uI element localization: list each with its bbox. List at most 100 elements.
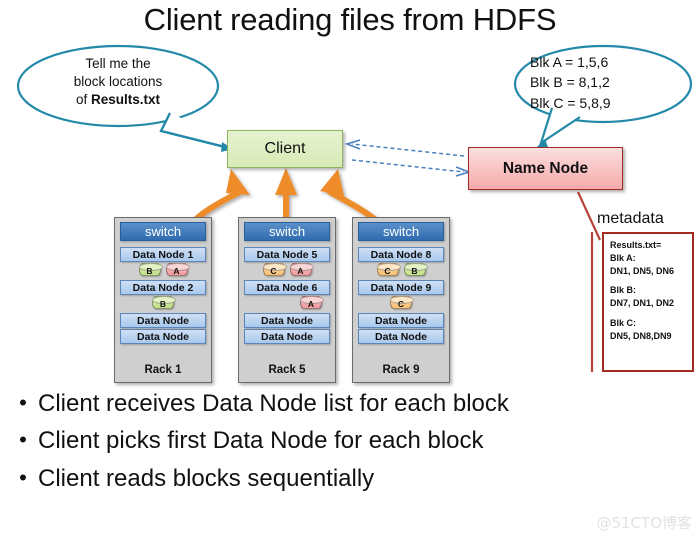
metadata-line: DN5, DN8,DN9	[610, 330, 672, 341]
bullet-item: • Client reads blocks sequentially	[8, 464, 698, 492]
block-badge-a: A	[300, 296, 324, 309]
bullet-dot-icon: •	[19, 427, 27, 453]
datanode-label: Data Node 1	[132, 248, 194, 261]
block-badge-b: B	[403, 263, 428, 276]
bubble-left-line-2: block locations	[73, 73, 163, 89]
namenode-label: Name Node	[502, 159, 589, 177]
block-badge-letter: A	[173, 265, 180, 276]
bullet-item: • Client picks first Data Node for each b…	[8, 427, 698, 455]
namenode-box[interactable]: Name Node	[468, 147, 623, 190]
datanode-label: Data Node	[261, 330, 313, 343]
switch-label: switch	[382, 224, 420, 239]
switch-label: switch	[144, 224, 182, 239]
datanode-label: Data Node	[375, 330, 427, 343]
block-badge-letter: A	[307, 298, 315, 309]
watermark: @51CTO博客	[596, 514, 692, 532]
metadata-line: Results.txt=	[610, 240, 662, 250]
bubble-right-line-2: Blk B = 8,1,2	[530, 74, 610, 91]
metadata-gap	[610, 277, 688, 284]
block-badge-letter: B	[146, 265, 153, 276]
datanode-box[interactable]: Data Node 9	[358, 280, 444, 295]
datanode-label: Data Node	[261, 314, 313, 327]
datanode-box[interactable]: Data Node	[120, 329, 206, 344]
rack-switch[interactable]: switch	[358, 222, 444, 241]
client-box[interactable]: Client	[227, 130, 343, 168]
block-badge-a: A	[165, 263, 190, 276]
page-title: Client reading files from HDFS	[143, 2, 557, 37]
block-badge-row: CA	[244, 263, 330, 277]
bullet-text: Client picks first Data Node for each bl…	[38, 427, 484, 455]
datanode-box[interactable]: Data Node	[244, 313, 330, 328]
datanode-group: Data Node 8CB	[358, 247, 444, 277]
metadata-line: DN1, DN5, DN6	[610, 265, 675, 276]
bullet-text: Client receives Data Node list for each …	[38, 390, 509, 417]
block-badge-c: C	[262, 263, 287, 276]
block-badge-letter: C	[397, 298, 405, 309]
block-badge-row: C	[358, 296, 444, 310]
datanode-box[interactable]: Data Node	[244, 329, 330, 344]
datanode-label: Data Node 5	[256, 248, 318, 261]
datanode-box[interactable]: Data Node 5	[244, 247, 330, 262]
datanode-label: Data Node 8	[370, 248, 432, 261]
rack-label: Rack 9	[382, 364, 420, 376]
rack-container[interactable]: switch Data Node 8 C B Data Node 9 C Data Node…	[352, 217, 450, 383]
datanode-label: Data Node	[137, 314, 189, 327]
block-badge-row: CB	[358, 263, 444, 277]
rack-container[interactable]: switch Data Node 5 C A Data Node 6 A Data Node…	[238, 217, 336, 383]
block-badge-letter: A	[297, 265, 304, 276]
datanode-group: Data Node 6 A	[244, 280, 330, 310]
datanode-label: Data Node 9	[370, 281, 432, 294]
datanode-group: Data Node 5CA	[244, 247, 330, 277]
metadata-gap	[610, 310, 688, 317]
metadata-title: metadata	[597, 210, 664, 227]
block-badge-letter: B	[411, 265, 418, 276]
datanode-box[interactable]: Data Node	[120, 313, 206, 328]
datanode-box[interactable]: Data Node 6	[244, 280, 330, 295]
block-badge-row: BA	[120, 263, 206, 277]
bubble-left-line-3: of Results.txt	[28, 91, 208, 109]
bubble-left-filename: Results.txt	[90, 91, 161, 107]
datanode-group: Data Node 2 B	[120, 280, 206, 310]
bubble-right-line-1: Blk A = 1,5,6	[530, 54, 609, 70]
bullet-dot-icon: •	[19, 390, 27, 415]
bullet-item: • Client receives Data Node list for each…	[8, 390, 698, 417]
metadata-box: Results.txt= Blk A: DN1, DN5, DN6 Blk B: DN7…	[602, 232, 694, 372]
bullet-text: Client reads blocks sequentially	[38, 464, 375, 492]
block-badge-letter: B	[159, 298, 167, 309]
rack-switch[interactable]: switch	[244, 222, 330, 241]
rack-label: Rack 1	[144, 364, 182, 376]
block-badge-row: B	[120, 296, 206, 310]
block-badge-c: C	[376, 263, 401, 276]
speech-bubble-right-text: Blk A = 1,5,6 Blk B = 8,1,2 Blk C = 5,8,…	[530, 52, 682, 113]
metadata-line: Blk B:	[610, 285, 637, 296]
rack-container[interactable]: switch Data Node 1 B A Data Node 2 B Data Node…	[114, 217, 212, 383]
bubble-left-line-1: Tell me the	[85, 56, 151, 71]
rack-label: Rack 5	[268, 364, 306, 376]
metadata-line: Blk C:	[610, 317, 637, 328]
bullet-dot-icon: •	[19, 464, 27, 490]
block-badge-letter: C	[270, 265, 277, 276]
datanode-box[interactable]: Data Node	[358, 329, 444, 344]
datanode-group: Data Node 9 C	[358, 280, 444, 310]
datanode-box[interactable]: Data Node 8	[358, 247, 444, 262]
block-badge-row: A	[244, 296, 330, 310]
bubble-left-line-3-prefix: of	[75, 91, 91, 107]
datanode-label: Data Node 2	[132, 281, 194, 294]
block-badge-b: B	[138, 263, 163, 276]
block-badge-letter: C	[384, 265, 391, 276]
switch-label: switch	[268, 224, 306, 239]
datanode-box[interactable]: Data Node	[358, 313, 444, 328]
bubble-right-line-3: Blk C = 5,8,9	[530, 94, 611, 111]
metadata-line: DN7, DN1, DN2	[610, 298, 675, 309]
datanode-box[interactable]: Data Node 2	[120, 280, 206, 295]
datanode-box[interactable]: Data Node 1	[120, 247, 206, 262]
client-label: Client	[264, 140, 306, 157]
rack-switch[interactable]: switch	[120, 222, 206, 241]
block-badge-c: C	[390, 296, 414, 309]
speech-bubble-left-text: Tell me the block locations of Results.t…	[28, 55, 208, 108]
client-namenode-link	[344, 139, 472, 177]
datanode-label: Data Node	[375, 314, 427, 327]
metadata-line: Blk A:	[610, 252, 636, 263]
block-badge-b: B	[152, 296, 176, 309]
slide-canvas: Client reading files from HDFS Tell me t…	[0, 0, 700, 541]
